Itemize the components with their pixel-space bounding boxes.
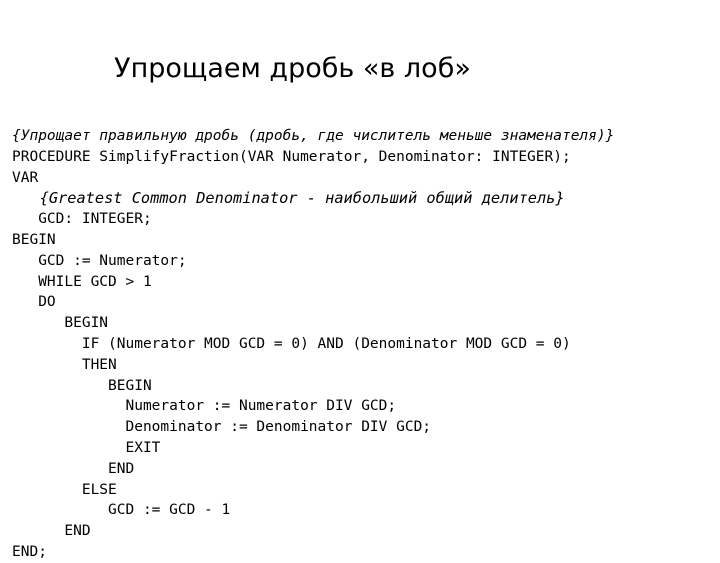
code-line: END: [12, 523, 91, 540]
code-line: {Упрощает правильную дробь (дробь, где ч…: [12, 128, 615, 144]
code-line: PROCEDURE SimplifyFraction(VAR Numerator…: [12, 148, 571, 165]
code-line: GCD := GCD - 1: [12, 502, 231, 519]
code-line: END;: [12, 543, 47, 560]
code-line: BEGIN: [12, 377, 152, 394]
code-line: DO: [12, 294, 56, 311]
code-line: BEGIN: [12, 315, 109, 332]
code-line: Numerator := Numerator DIV GCD;: [12, 398, 397, 415]
code-line: IF (Numerator MOD GCD = 0) AND (Denomina…: [12, 335, 571, 352]
code-line: EXIT: [12, 439, 161, 456]
presentation-slide: Упрощаем дробь «в лоб» {Упрощает правиль…: [0, 0, 720, 560]
code-line: ELSE: [12, 481, 117, 498]
code-line: END: [12, 460, 135, 477]
code-line: WHILE GCD > 1: [12, 273, 152, 290]
code-line: GCD := Numerator;: [12, 252, 187, 269]
code-line: GCD: INTEGER;: [12, 211, 152, 228]
code-line: THEN: [12, 356, 117, 373]
code-listing: {Упрощает правильную дробь (дробь, где ч…: [12, 126, 712, 563]
code-line: VAR: [12, 169, 39, 186]
code-line: {Greatest Common Denominator - наибольши…: [12, 189, 565, 208]
code-line: BEGIN: [12, 231, 56, 248]
code-line: Denominator := Denominator DIV GCD;: [12, 419, 432, 436]
page-title: Упрощаем дробь «в лоб»: [114, 53, 471, 84]
